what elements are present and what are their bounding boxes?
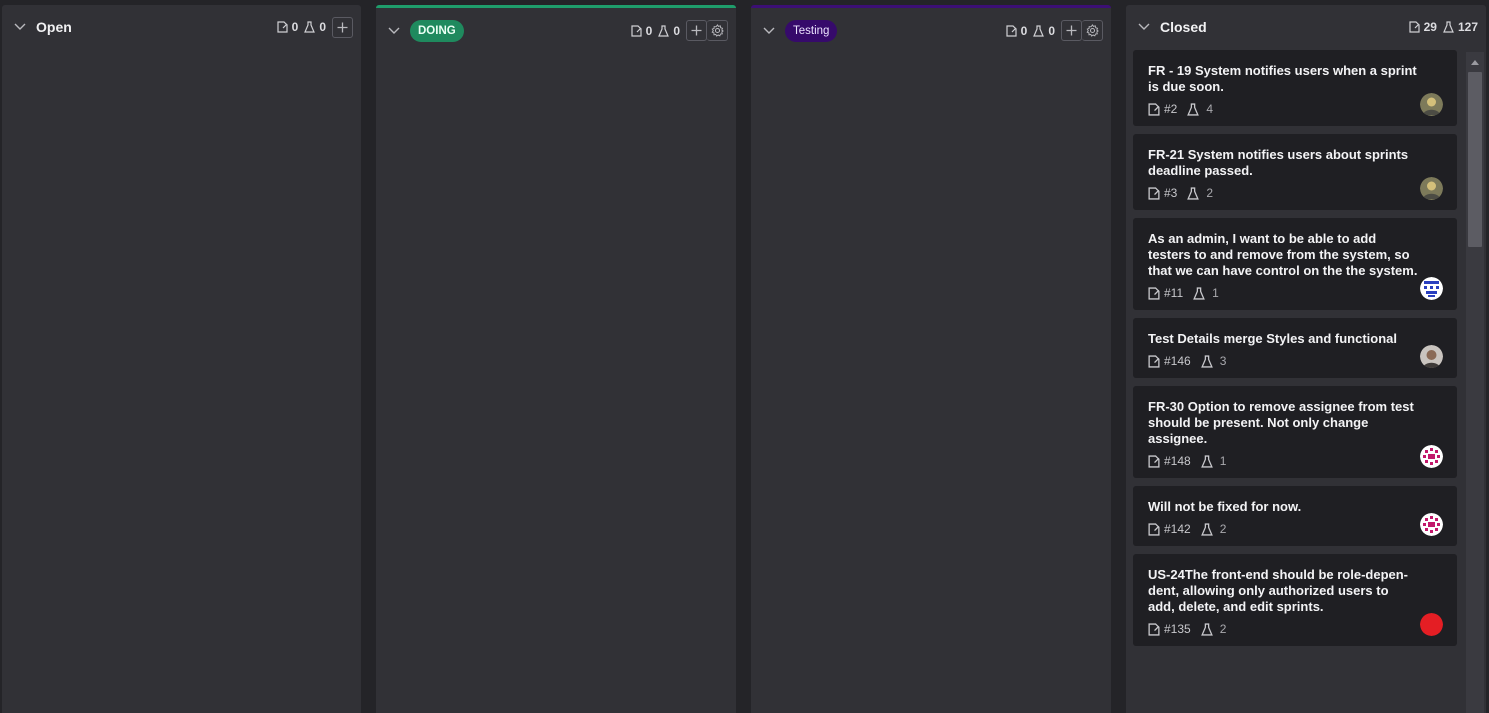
flask-icon xyxy=(304,21,316,33)
card-title: As an admin, I want to be able to add te… xyxy=(1148,231,1418,278)
column-settings-button[interactable] xyxy=(707,20,728,41)
column-open: Open 0 0 xyxy=(2,5,361,713)
chevron-down-icon[interactable] xyxy=(761,23,777,39)
scrollbar-thumb[interactable] xyxy=(1468,72,1482,247)
test-count: 0 xyxy=(1033,24,1055,38)
flask-icon xyxy=(1187,102,1200,116)
add-card-button[interactable] xyxy=(686,20,707,41)
flask-icon xyxy=(1200,454,1213,468)
card-title: FR-30 Option to remove assignee from tes… xyxy=(1148,399,1414,446)
assignee-avatar[interactable] xyxy=(1420,345,1443,368)
chevron-down-icon[interactable] xyxy=(1136,19,1152,35)
task-icon xyxy=(1006,24,1017,37)
task-icon xyxy=(1148,522,1160,536)
task-icon xyxy=(1148,286,1160,300)
test-count: 2 xyxy=(1219,622,1227,636)
card-title: Will not be fixed for now. xyxy=(1148,499,1302,514)
task-icon xyxy=(1409,21,1420,33)
column-title: Closed xyxy=(1160,19,1207,35)
plus-icon xyxy=(337,22,348,32)
column-header: Open 0 0 xyxy=(2,5,361,49)
assignee-avatar[interactable] xyxy=(1420,445,1443,468)
task-icon xyxy=(1148,186,1160,200)
flask-icon xyxy=(1443,21,1454,33)
task-icon xyxy=(1148,622,1160,636)
column-header: Closed 29 127 xyxy=(1126,5,1486,49)
column-doing: DOING 0 0 xyxy=(376,5,736,713)
task-count: 0 xyxy=(1006,24,1027,38)
plus-icon xyxy=(691,25,702,36)
test-count: 2 xyxy=(1219,522,1227,536)
flask-icon xyxy=(1200,354,1213,368)
task-icon xyxy=(1148,454,1160,468)
test-count: 1 xyxy=(1212,286,1219,300)
gear-icon xyxy=(710,24,724,37)
column-closed: Closed 29 127 FR - 19 System notifies us… xyxy=(1126,5,1486,713)
flask-icon xyxy=(658,24,670,37)
column-title: Open xyxy=(36,19,72,35)
chevron-down-icon[interactable] xyxy=(12,19,28,35)
task-icon xyxy=(1148,102,1160,116)
card-id[interactable]: #2 xyxy=(1164,102,1177,116)
card-id[interactable]: #148 xyxy=(1164,454,1191,468)
flask-icon xyxy=(1033,24,1045,37)
assignee-avatar[interactable] xyxy=(1420,613,1443,636)
test-count: 0 xyxy=(304,20,326,34)
column-header: Testing 0 0 xyxy=(751,8,1111,53)
task-card[interactable]: Test Details merge Styles and functional… xyxy=(1133,318,1457,378)
chevron-down-icon[interactable] xyxy=(386,23,402,39)
scroll-up-icon[interactable] xyxy=(1466,56,1484,68)
assignee-avatar[interactable] xyxy=(1420,177,1443,200)
task-count: 0 xyxy=(631,24,652,38)
gear-icon xyxy=(1085,24,1099,37)
assignee-avatar[interactable] xyxy=(1420,513,1443,536)
test-count: 4 xyxy=(1206,102,1214,116)
card-list: FR - 19 System notifies users when a spr… xyxy=(1133,50,1457,654)
test-count: 1 xyxy=(1219,454,1227,468)
test-count: 3 xyxy=(1219,354,1227,368)
task-card[interactable]: As an admin, I want to be able to add te… xyxy=(1133,218,1457,310)
task-icon xyxy=(1148,354,1160,368)
flask-icon xyxy=(1193,286,1206,300)
assignee-avatar[interactable] xyxy=(1420,93,1443,116)
task-card[interactable]: US-24The front-end should be role-depen-… xyxy=(1133,554,1457,646)
add-card-button[interactable] xyxy=(332,16,353,38)
vertical-scrollbar[interactable] xyxy=(1466,52,1484,713)
task-count: 0 xyxy=(277,20,298,34)
task-card[interactable]: FR - 19 System notifies users when a spr… xyxy=(1133,50,1457,126)
card-id[interactable]: #135 xyxy=(1164,622,1191,636)
test-count: 0 xyxy=(658,24,680,38)
column-testing: Testing 0 0 xyxy=(751,5,1111,713)
task-card[interactable]: Will not be fixed for now. #142 2 xyxy=(1133,486,1457,546)
card-title: FR-21 System notifies users about sprint… xyxy=(1148,147,1409,178)
card-id[interactable]: #3 xyxy=(1164,186,1177,200)
task-card[interactable]: FR-30 Option to remove assignee from tes… xyxy=(1133,386,1457,478)
card-id[interactable]: #11 xyxy=(1164,286,1183,300)
flask-icon xyxy=(1200,522,1213,536)
flask-icon xyxy=(1187,186,1200,200)
add-card-button[interactable] xyxy=(1061,20,1082,41)
task-card[interactable]: FR-21 System notifies users about sprint… xyxy=(1133,134,1457,210)
test-count: 127 xyxy=(1443,20,1478,34)
task-icon xyxy=(631,24,642,37)
card-title: Test Details merge Styles and functional xyxy=(1148,331,1397,346)
column-status-badge: DOING xyxy=(410,19,464,42)
test-count: 2 xyxy=(1206,186,1214,200)
flask-icon xyxy=(1200,622,1213,636)
column-settings-button[interactable] xyxy=(1082,20,1103,41)
card-title: US-24The front-end should be role-depen-… xyxy=(1148,567,1409,614)
column-header: DOING 0 0 xyxy=(376,8,736,53)
card-id[interactable]: #146 xyxy=(1164,354,1191,368)
assignee-avatar[interactable] xyxy=(1420,277,1443,300)
task-count: 29 xyxy=(1409,20,1437,34)
column-status-badge: Testing xyxy=(785,19,838,42)
task-icon xyxy=(277,21,288,33)
card-id[interactable]: #142 xyxy=(1164,522,1191,536)
plus-icon xyxy=(1066,25,1077,36)
card-title: FR - 19 System notifies users when a spr… xyxy=(1148,63,1417,94)
